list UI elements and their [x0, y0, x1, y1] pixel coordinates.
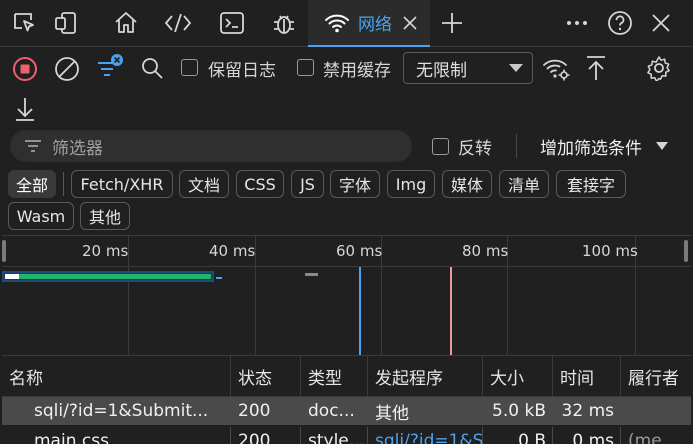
column-header-status[interactable]: 状态 — [231, 355, 301, 397]
filter-funnel-icon — [24, 139, 42, 153]
column-header-time[interactable]: 时间 — [553, 355, 621, 397]
devtools-tab-bar: 网络 — [0, 0, 693, 47]
chip-font[interactable]: 字体 — [330, 170, 380, 198]
disable-cache-checkbox[interactable] — [297, 59, 314, 76]
cell-time: 32 ms — [553, 397, 621, 425]
cell-name: sqli/?id=1&Submit... — [2, 397, 231, 425]
welcome-home-icon[interactable] — [106, 0, 146, 46]
tick-label: 40 ms — [209, 242, 256, 260]
requests-table: 名称 状态 类型 发起程序 大小 时间 履行者 sqli/?id=1&Submi… — [2, 355, 691, 444]
sources-bug-icon[interactable] — [264, 0, 304, 46]
table-row[interactable]: sqli/?id=1&Submit... 200 doc... 其他 5.0 k… — [2, 397, 691, 425]
device-emulation-icon[interactable] — [46, 0, 86, 46]
cell-type: doc... — [301, 397, 368, 425]
tick-label: 20 ms — [82, 242, 129, 260]
network-toolbar: 保留日志 禁用缓存 无限制 — [0, 47, 693, 89]
column-header-type[interactable]: 类型 — [301, 355, 368, 397]
tab-network[interactable]: 网络 — [308, 0, 430, 47]
inspect-element-icon[interactable] — [5, 0, 45, 46]
load-event-line — [450, 267, 452, 356]
cell-initiator-link[interactable]: sqli/?id=1&S... — [368, 427, 483, 444]
record-stop-icon[interactable] — [12, 56, 38, 82]
disable-cache-label: 禁用缓存 — [323, 61, 391, 81]
filter-placeholder: 筛选器 — [52, 138, 103, 159]
preserve-log-checkbox[interactable] — [181, 59, 198, 76]
filter-row: 筛选器 反转 增加筛选条件 — [0, 130, 693, 162]
chip-manifest[interactable]: 清单 — [499, 170, 549, 198]
cell-name: main.css — [2, 427, 231, 444]
chevron-down-icon — [655, 141, 669, 151]
invert-checkbox[interactable] — [432, 138, 449, 155]
column-header-size[interactable]: 大小 — [483, 355, 553, 397]
waterfall-bar-css — [305, 273, 318, 276]
cell-type: style... — [301, 427, 368, 444]
preserve-log-label: 保留日志 — [208, 61, 276, 81]
more-options-icon[interactable] — [557, 0, 597, 46]
tick-label: 100 ms — [582, 242, 638, 260]
add-tool-plus-icon[interactable] — [432, 0, 472, 46]
waterfall-bar-tail — [216, 277, 222, 279]
throttling-value: 无限制 — [416, 60, 467, 81]
invert-label: 反转 — [458, 139, 492, 159]
chip-all[interactable]: 全部 — [8, 170, 56, 198]
tick-label: 80 ms — [462, 242, 509, 260]
chip-wasm[interactable]: Wasm — [8, 202, 74, 230]
filter-input[interactable]: 筛选器 — [10, 130, 412, 162]
chevron-down-icon — [508, 62, 524, 74]
network-conditions-icon[interactable] — [542, 55, 572, 83]
cell-status: 200 — [231, 427, 301, 444]
dom-content-loaded-line — [359, 267, 361, 356]
tick-label: 60 ms — [336, 242, 383, 260]
clear-icon[interactable] — [54, 56, 80, 82]
chip-other[interactable]: 其他 — [80, 202, 130, 230]
cell-time: 0 ms — [553, 427, 621, 444]
search-icon[interactable] — [140, 56, 164, 80]
cell-fulfilled-by: (me... — [628, 431, 678, 444]
cell-status: 200 — [231, 397, 301, 425]
wifi-icon — [324, 12, 350, 34]
chip-media[interactable]: 媒体 — [442, 170, 492, 198]
timeline-header-divider — [2, 266, 691, 267]
more-filters-dropdown[interactable]: 增加筛选条件 — [540, 134, 642, 159]
filter-toggle-icon[interactable] — [96, 53, 126, 81]
network-overview-timeline[interactable]: 20 ms 40 ms 60 ms 80 ms 100 ms — [2, 235, 691, 356]
help-icon[interactable] — [600, 0, 640, 46]
column-header-name[interactable]: 名称 — [2, 355, 231, 397]
range-handle-left[interactable] — [2, 240, 6, 262]
throttling-select[interactable]: 无限制 — [403, 52, 533, 84]
waterfall-bar-waiting — [5, 274, 19, 279]
chip-document[interactable]: 文档 — [179, 170, 229, 198]
cell-size: 5.0 kB — [483, 397, 553, 425]
chip-fetch-xhr[interactable]: Fetch/XHR — [71, 170, 173, 198]
close-devtools-icon[interactable] — [641, 0, 681, 46]
table-row[interactable]: main.css 200 style... sqli/?id=1&S... 0 … — [2, 427, 691, 444]
chip-js[interactable]: JS — [291, 170, 324, 198]
chip-css[interactable]: CSS — [236, 170, 284, 198]
chip-divider — [63, 172, 64, 196]
waterfall-bar-download — [19, 274, 211, 279]
range-handle-right[interactable] — [684, 240, 688, 262]
settings-gear-icon[interactable] — [646, 55, 672, 81]
column-header-fulfilled-by[interactable]: 履行者 — [621, 355, 691, 397]
chip-socket[interactable]: 套接字 — [556, 170, 626, 198]
close-tab-icon[interactable] — [400, 13, 420, 33]
tab-network-label: 网络 — [358, 15, 392, 35]
cell-initiator: 其他 — [368, 397, 483, 425]
console-icon[interactable] — [212, 0, 252, 46]
divider — [516, 134, 517, 158]
export-har-download-icon[interactable] — [13, 95, 37, 123]
import-har-upload-icon[interactable] — [584, 54, 608, 82]
cell-fulfilled-by — [621, 397, 691, 425]
elements-code-icon[interactable] — [158, 0, 198, 46]
chip-img[interactable]: Img — [387, 170, 435, 198]
column-header-initiator[interactable]: 发起程序 — [368, 355, 483, 397]
cell-size: 0 B — [483, 427, 553, 444]
